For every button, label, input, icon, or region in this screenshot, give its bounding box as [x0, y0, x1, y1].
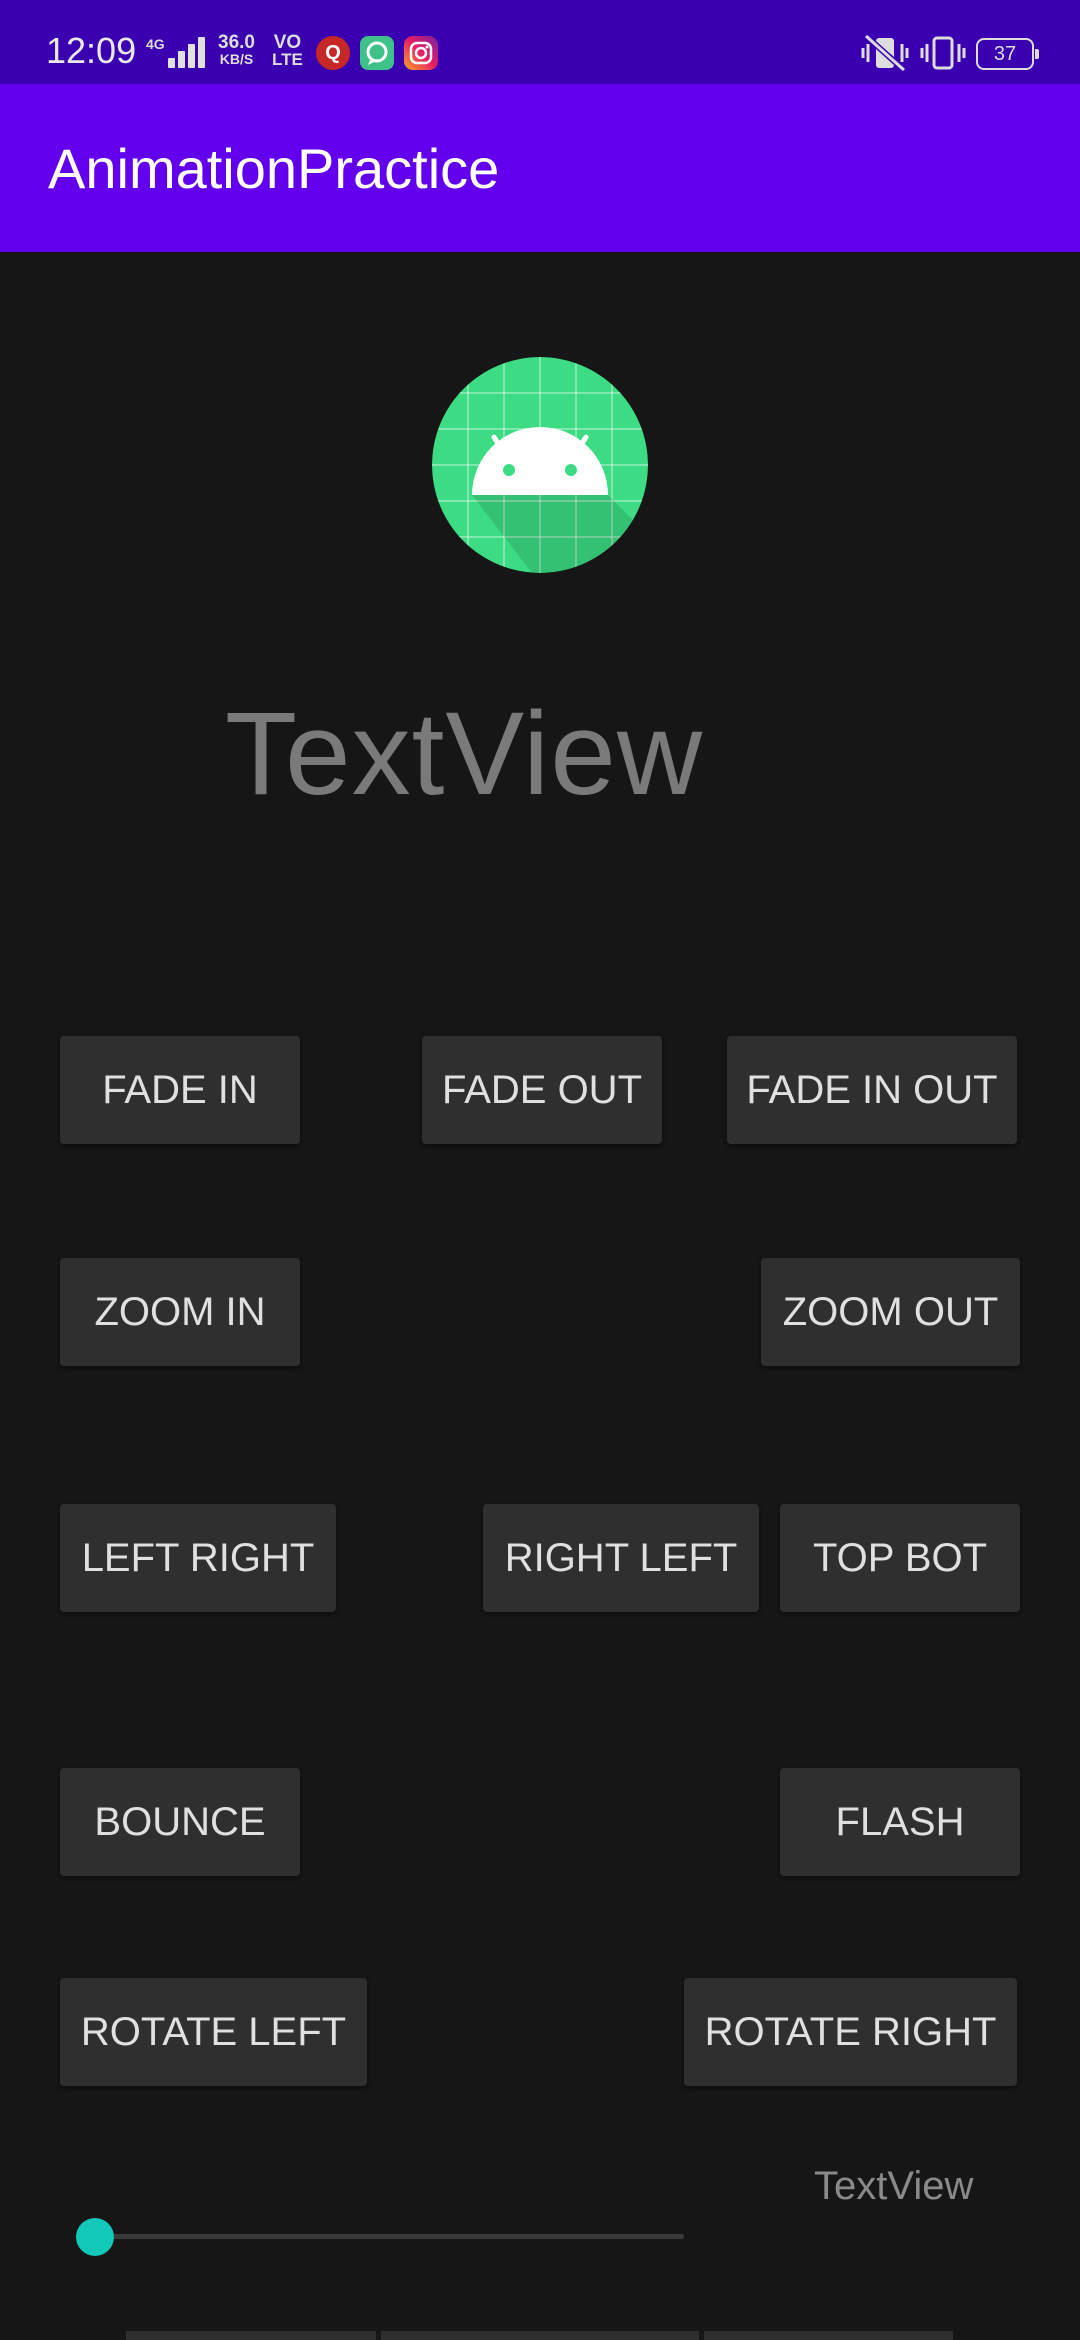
flash-button[interactable]: FLASH — [780, 1768, 1020, 1876]
volte-indicator: VO LTE — [272, 32, 303, 69]
net-speed-value: 36.0 — [218, 32, 255, 53]
status-bar: 12:09 4G 36.0 KB/S VO LTE Q 37 — [0, 0, 1080, 84]
bottom-control-3[interactable] — [704, 2331, 953, 2340]
quora-icon: Q — [316, 36, 350, 70]
bottom-control-2[interactable] — [381, 2331, 699, 2340]
rotate-right-button[interactable]: ROTATE RIGHT — [684, 1978, 1017, 2086]
messaging-app-icon — [360, 36, 394, 70]
bottom-control-1[interactable] — [126, 2331, 376, 2340]
app-bar: AnimationPractice — [0, 84, 1080, 252]
android-icon — [432, 357, 648, 573]
fade-in-button[interactable]: FADE IN — [60, 1036, 300, 1144]
vibrate-mute-icon — [861, 34, 909, 72]
rotate-left-button[interactable]: ROTATE LEFT — [60, 1978, 367, 2086]
bounce-button[interactable]: BOUNCE — [60, 1768, 300, 1876]
seekbar-track[interactable] — [96, 2234, 684, 2239]
signal-bars-icon — [162, 36, 208, 68]
status-time: 12:09 — [46, 30, 137, 71]
left-right-button[interactable]: LEFT RIGHT — [60, 1504, 336, 1612]
right-left-button[interactable]: RIGHT LEFT — [483, 1504, 759, 1612]
volte-top: VO — [273, 32, 302, 53]
fade-in-out-button[interactable]: FADE IN OUT — [727, 1036, 1017, 1144]
instagram-icon — [404, 36, 438, 70]
net-speed: 36.0 KB/S — [218, 32, 255, 68]
zoom-out-button[interactable]: ZOOM OUT — [761, 1258, 1020, 1366]
net-speed-unit: KB/S — [219, 51, 254, 67]
app-title: AnimationPractice — [48, 137, 500, 200]
textview-small: TextView — [814, 2164, 974, 2208]
battery-icon: 37 — [976, 38, 1039, 70]
top-bot-button[interactable]: TOP BOT — [780, 1504, 1020, 1612]
textview-large: TextView — [225, 688, 704, 820]
zoom-in-button[interactable]: ZOOM IN — [60, 1258, 300, 1366]
seekbar-thumb[interactable] — [76, 2218, 114, 2256]
volte-bottom: LTE — [272, 50, 303, 69]
vibrate-icon — [920, 36, 966, 70]
fade-out-button[interactable]: FADE OUT — [422, 1036, 662, 1144]
